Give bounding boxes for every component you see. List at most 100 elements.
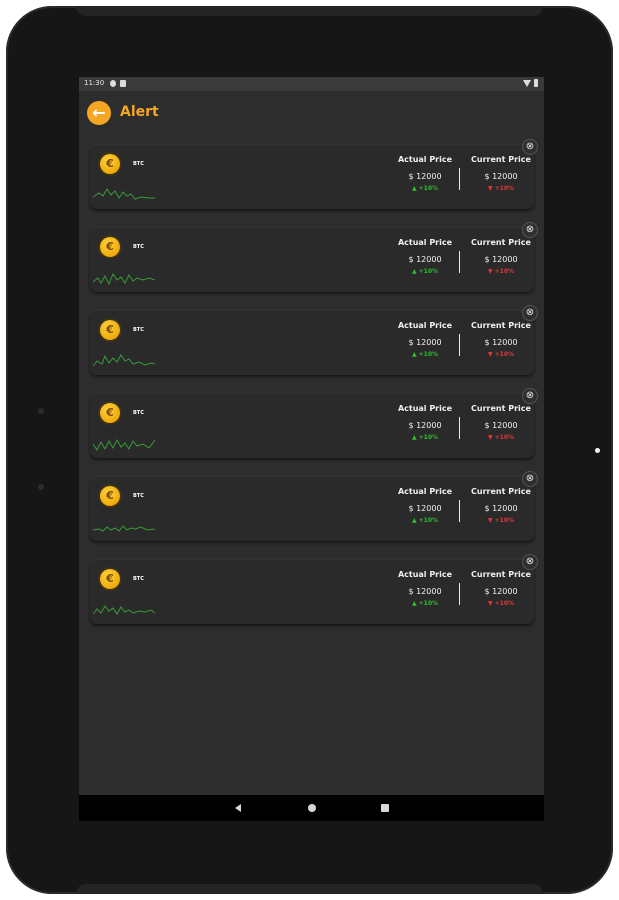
actual-price-value: $ 12000 — [408, 587, 442, 596]
close-icon: ⊗ — [525, 390, 535, 401]
sparkline — [93, 525, 155, 532]
notification-icon — [110, 80, 116, 87]
actual-change: ▲ +10% — [411, 351, 439, 358]
indicator-light — [595, 448, 600, 453]
sparkline-chart — [93, 272, 155, 286]
coin-icon: € — [100, 486, 120, 506]
current-price-column: Current Price $ 12000 ▼ +10% — [470, 238, 532, 275]
remove-alert-button[interactable]: ⊗ — [523, 555, 537, 569]
alert-card[interactable]: € BTC Actual Price $ 12000 ▲ +10% Curren… — [90, 228, 534, 292]
close-icon: ⊗ — [525, 473, 535, 484]
actual-price-label: Actual Price — [397, 238, 453, 247]
sparkline — [93, 605, 155, 615]
current-price-value: $ 12000 — [484, 421, 518, 430]
coin-icon: € — [100, 237, 120, 257]
actual-price-value: $ 12000 — [408, 421, 442, 430]
actual-price-value: $ 12000 — [408, 255, 442, 264]
actual-change: ▲ +10% — [411, 434, 439, 441]
current-price-label: Current Price — [471, 404, 531, 413]
current-price-value: $ 12000 — [484, 338, 518, 347]
actual-price-column: Actual Price $ 12000 ▲ +10% — [394, 155, 456, 192]
page-title: Alert — [120, 104, 159, 120]
sparkline — [93, 188, 155, 200]
coin-symbol: BTC — [133, 244, 144, 250]
actual-price-column: Actual Price $ 12000 ▲ +10% — [394, 238, 456, 275]
sensor-dot — [38, 484, 44, 490]
current-price-value: $ 12000 — [484, 504, 518, 513]
navigation-bar — [79, 795, 544, 821]
alert-card[interactable]: € BTC Actual Price $ 12000 ▲ +10% Curren… — [90, 145, 534, 209]
actual-change: ▲ +10% — [411, 185, 439, 192]
actual-price-value: $ 12000 — [408, 504, 442, 513]
coin-icon: € — [100, 403, 120, 423]
current-price-value: $ 12000 — [484, 172, 518, 181]
price-divider — [459, 251, 460, 273]
sparkline-chart — [93, 188, 155, 200]
actual-price-column: Actual Price $ 12000 ▲ +10% — [394, 487, 456, 524]
actual-price-label: Actual Price — [397, 570, 453, 579]
coin-symbol: BTC — [133, 410, 144, 416]
remove-alert-button[interactable]: ⊗ — [523, 472, 537, 486]
coin-symbol: BTC — [133, 327, 144, 333]
battery-icon — [534, 79, 538, 87]
actual-change: ▲ +10% — [411, 600, 439, 607]
price-divider — [459, 168, 460, 190]
nav-back-button[interactable] — [235, 804, 241, 812]
remove-alert-button[interactable]: ⊗ — [523, 389, 537, 403]
price-divider — [459, 417, 460, 439]
close-icon: ⊗ — [525, 556, 535, 567]
nav-recents-button[interactable] — [381, 804, 389, 812]
sparkline — [93, 354, 155, 367]
coin-icon: € — [100, 154, 120, 174]
back-button[interactable]: ← — [87, 101, 111, 125]
remove-alert-button[interactable]: ⊗ — [523, 306, 537, 320]
alert-card[interactable]: € BTC Actual Price $ 12000 ▲ +10% Curren… — [90, 311, 534, 375]
actual-price-label: Actual Price — [397, 321, 453, 330]
alert-card[interactable]: € BTC Actual Price $ 12000 ▲ +10% Curren… — [90, 477, 534, 541]
actual-price-label: Actual Price — [397, 404, 453, 413]
remove-alert-button[interactable]: ⊗ — [523, 223, 537, 237]
coin-icon: € — [100, 320, 120, 340]
sparkline-chart — [93, 438, 155, 451]
current-price-column: Current Price $ 12000 ▼ +10% — [470, 155, 532, 192]
close-icon: ⊗ — [525, 141, 535, 152]
arrow-left-icon: ← — [92, 103, 106, 122]
current-price-column: Current Price $ 12000 ▼ +10% — [470, 487, 532, 524]
current-change: ▼ +10% — [487, 600, 515, 607]
sparkline-chart — [93, 354, 155, 367]
actual-price-column: Actual Price $ 12000 ▲ +10% — [394, 404, 456, 441]
coin-symbol: BTC — [133, 493, 144, 499]
camera-dot — [38, 408, 44, 414]
sim-icon — [120, 80, 126, 87]
status-time: 11:30 — [84, 79, 105, 87]
actual-change: ▲ +10% — [411, 268, 439, 275]
wifi-icon — [523, 79, 531, 87]
current-price-label: Current Price — [471, 155, 531, 164]
tablet-bottom-edge — [76, 884, 543, 894]
sparkline-chart — [93, 605, 155, 615]
current-price-label: Current Price — [471, 238, 531, 247]
current-change: ▼ +10% — [487, 434, 515, 441]
app-screen: 11:30 ← Alert € BTC Actual Price $ 12000… — [79, 77, 544, 821]
app-bar: ← Alert — [79, 91, 544, 135]
alert-card[interactable]: € BTC Actual Price $ 12000 ▲ +10% Curren… — [90, 394, 534, 458]
current-price-label: Current Price — [471, 570, 531, 579]
current-change: ▼ +10% — [487, 268, 515, 275]
remove-alert-button[interactable]: ⊗ — [523, 140, 537, 154]
alert-card[interactable]: € BTC Actual Price $ 12000 ▲ +10% Curren… — [90, 560, 534, 624]
actual-price-column: Actual Price $ 12000 ▲ +10% — [394, 321, 456, 358]
nav-home-button[interactable] — [308, 804, 316, 812]
actual-price-label: Actual Price — [397, 155, 453, 164]
price-divider — [459, 500, 460, 522]
close-icon: ⊗ — [525, 307, 535, 318]
sparkline-chart — [93, 525, 155, 532]
coin-icon: € — [100, 569, 120, 589]
coin-symbol: BTC — [133, 161, 144, 167]
close-icon: ⊗ — [525, 224, 535, 235]
tablet-top-edge — [76, 6, 543, 16]
current-change: ▼ +10% — [487, 517, 515, 524]
current-change: ▼ +10% — [487, 185, 515, 192]
sparkline — [93, 272, 155, 286]
current-price-column: Current Price $ 12000 ▼ +10% — [470, 404, 532, 441]
price-divider — [459, 334, 460, 356]
